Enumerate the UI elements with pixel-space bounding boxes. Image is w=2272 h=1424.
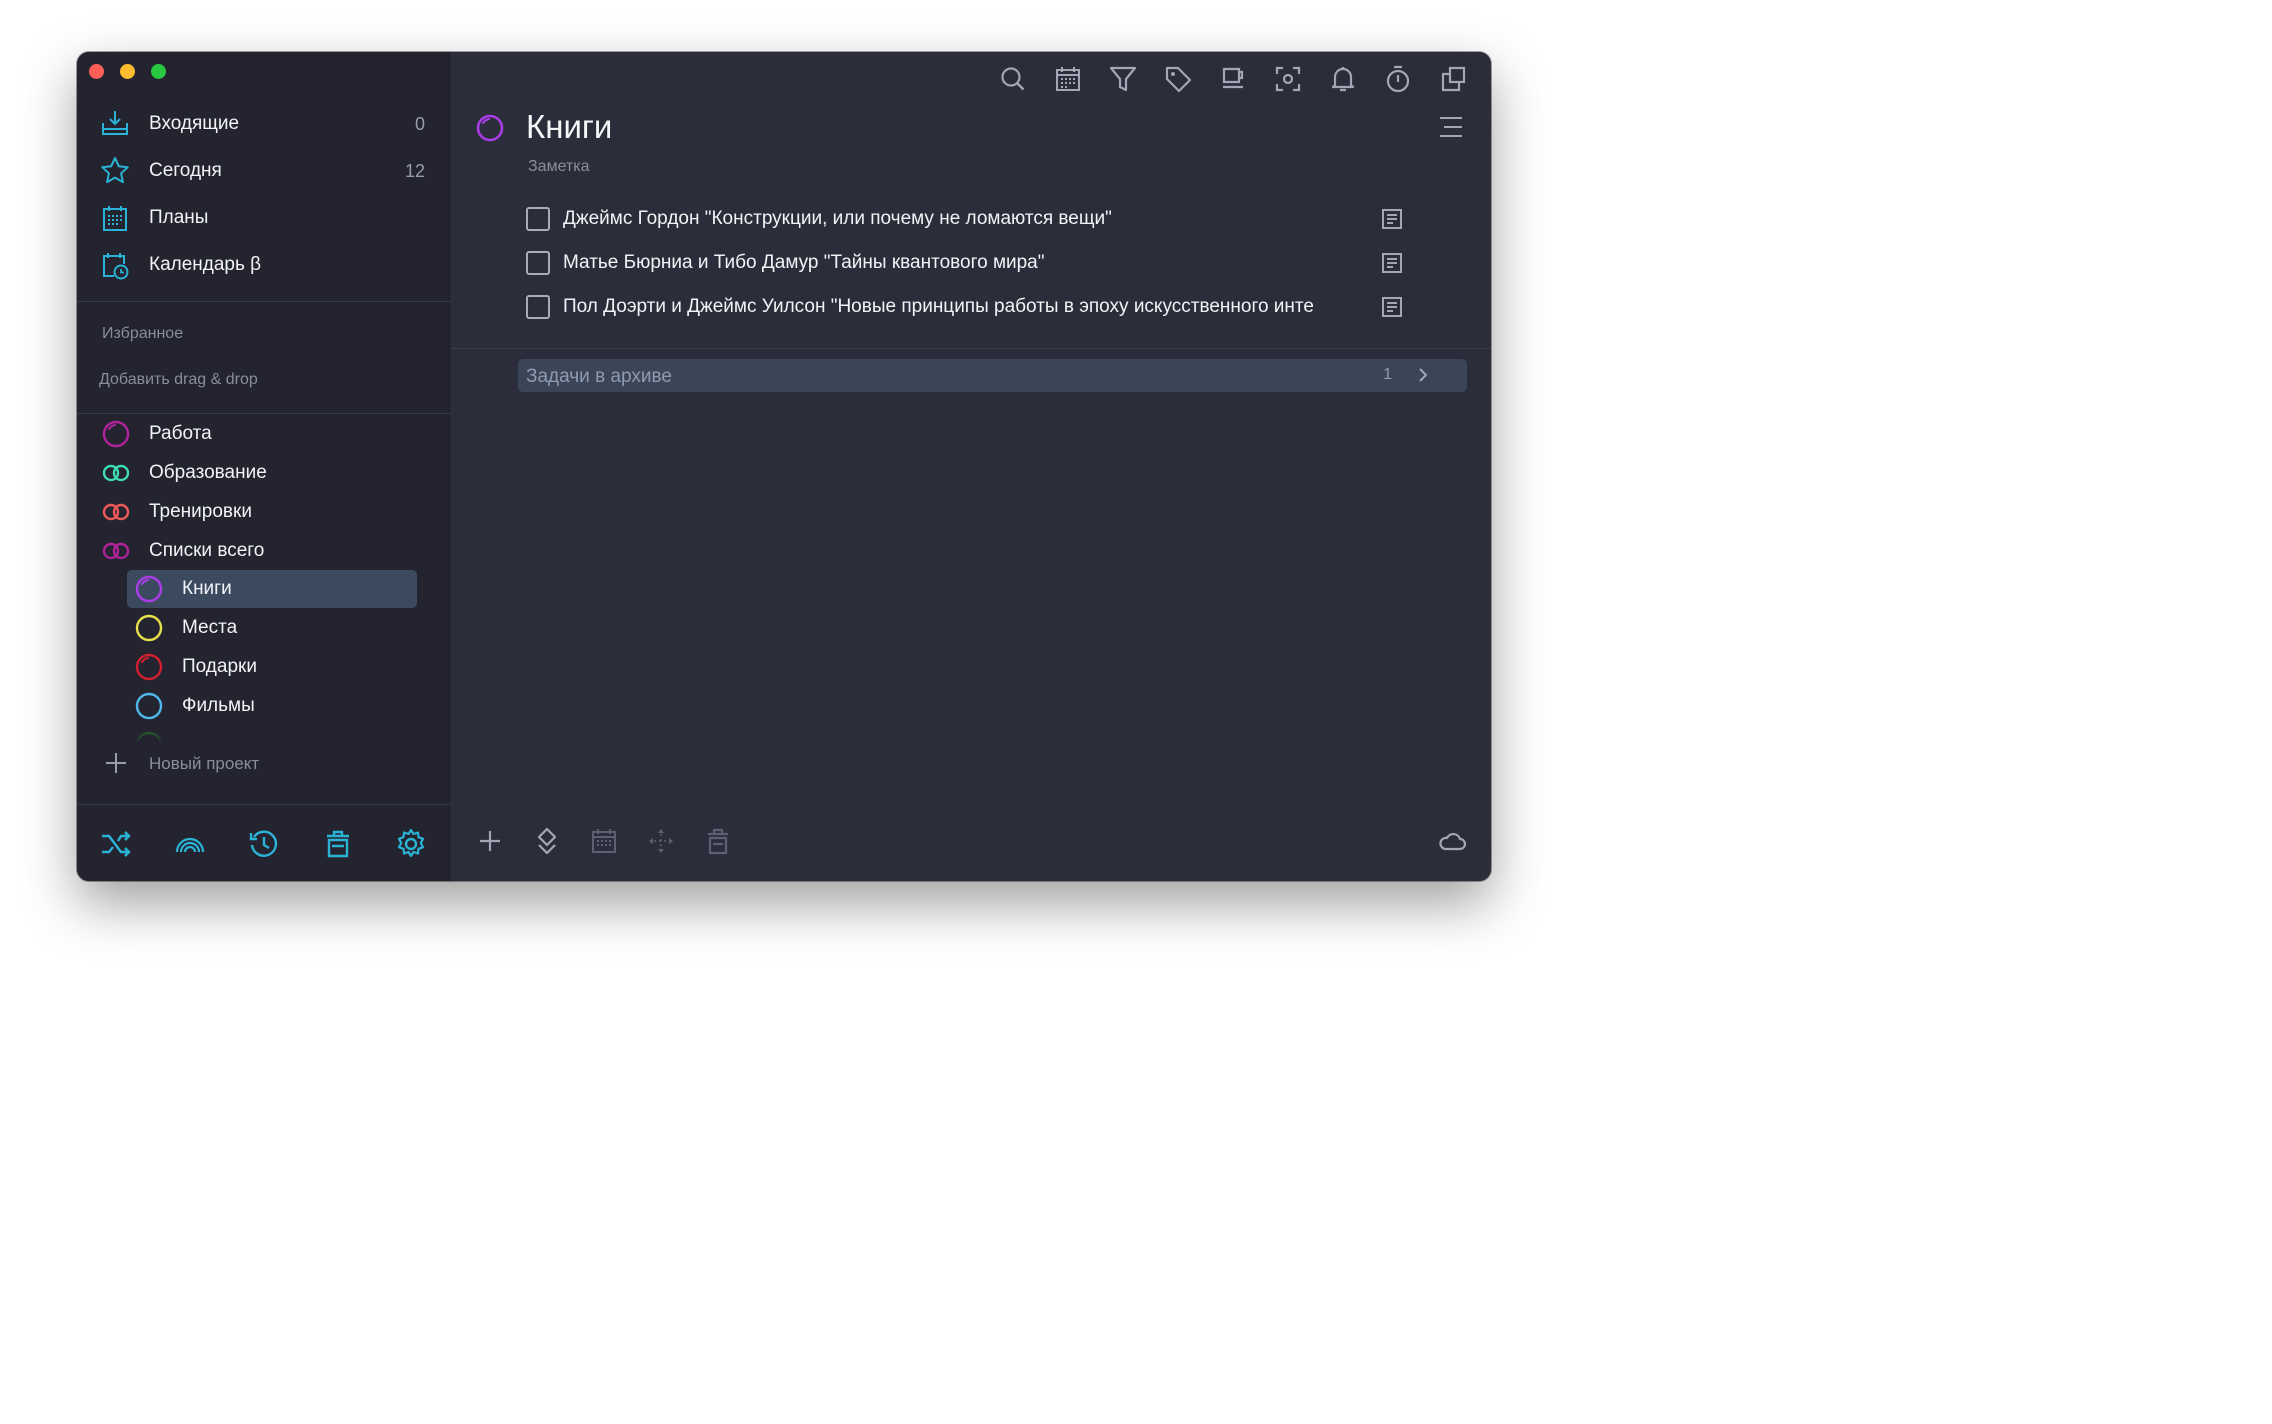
sidebar-scroll-fade	[127, 728, 427, 748]
favorites-title: Избранное	[102, 325, 184, 342]
priority-icon[interactable]	[532, 826, 562, 856]
project-ring-icon	[135, 614, 163, 642]
project-note[interactable]: Заметка	[528, 158, 590, 176]
task-checkbox[interactable]	[526, 295, 550, 319]
calendar-clock-icon	[103, 253, 129, 280]
project-label: Места	[182, 617, 238, 638]
sidebar-project-work[interactable]: Работа	[77, 415, 450, 453]
note-icon[interactable]	[1380, 207, 1404, 231]
task-row[interactable]: Пол Доэрти и Джеймс Уилсон "Новые принци…	[526, 290, 1411, 326]
history-icon[interactable]	[247, 827, 281, 861]
sidebar-subproject-gifts[interactable]: Подарки	[127, 648, 417, 686]
trash-icon[interactable]	[321, 827, 355, 861]
calendar-icon[interactable]	[589, 826, 619, 856]
trash-icon[interactable]	[703, 826, 733, 856]
window-controls	[89, 64, 166, 79]
sidebar-item-count: 0	[414, 113, 425, 134]
task-row[interactable]: Матье Бюрниа и Тибо Дамур "Тайны квантов…	[526, 246, 1411, 282]
menu-icon[interactable]	[1438, 114, 1464, 140]
chevron-right-icon	[1419, 368, 1428, 382]
coffee-icon[interactable]	[1218, 64, 1248, 94]
sidebar-item-inbox[interactable]: Входящие 0	[77, 104, 450, 144]
cloud-sync-icon[interactable]	[1437, 826, 1467, 856]
sidebar-item-today[interactable]: Сегодня 12	[77, 151, 450, 191]
sidebar-project-lists[interactable]: Списки всего	[77, 532, 450, 570]
bell-icon[interactable]	[1328, 64, 1358, 94]
inbox-icon	[102, 111, 128, 135]
sidebar-project-education[interactable]: Образование	[77, 454, 450, 492]
project-ring-icon	[102, 420, 130, 448]
sidebar-project-workouts[interactable]: Тренировки	[77, 493, 450, 531]
plus-icon	[106, 753, 126, 773]
task-row[interactable]: Джеймс Гордон "Конструкции, или почему н…	[526, 202, 1411, 238]
timer-icon[interactable]	[1383, 64, 1413, 94]
archived-tasks-button[interactable]: Задачи в архиве 1	[518, 359, 1467, 392]
settings-gear-icon[interactable]	[394, 827, 428, 861]
star-icon	[101, 157, 129, 184]
tasks-divider	[451, 348, 1491, 349]
sidebar-item-label: Планы	[149, 207, 209, 228]
task-checkbox[interactable]	[526, 251, 550, 275]
new-project-button[interactable]: Новый проект	[77, 746, 450, 782]
task-title[interactable]: Пол Доэрти и Джеймс Уилсон "Новые принци…	[563, 296, 1363, 318]
filter-icon[interactable]	[1108, 64, 1138, 94]
app-window: Входящие 0 Сегодня 12 Планы Календарь β …	[77, 52, 1491, 881]
sidebar-item-label: Входящие	[149, 113, 240, 134]
archived-tasks-label: Задачи в архиве	[526, 366, 672, 387]
zoom-window-button[interactable]	[151, 64, 166, 79]
project-linked-rings-icon	[102, 464, 130, 482]
project-ring-icon	[135, 575, 163, 603]
task-title[interactable]: Матье Бюрниа и Тибо Дамур "Тайны квантов…	[563, 252, 1363, 274]
sidebar-subproject-places[interactable]: Места	[127, 609, 417, 647]
main-panel: Книги Заметка Джеймс Гордон "Конструкции…	[451, 52, 1491, 881]
sidebar: Входящие 0 Сегодня 12 Планы Календарь β …	[77, 52, 450, 881]
calendar-icon[interactable]	[1053, 64, 1083, 94]
project-label: Подарки	[182, 656, 257, 677]
sidebar-item-count: 12	[404, 160, 425, 181]
sidebar-item-label: Календарь β	[149, 254, 262, 275]
note-icon[interactable]	[1380, 295, 1404, 319]
project-ring-icon	[476, 114, 504, 142]
sidebar-bottom-toolbar	[77, 804, 450, 881]
project-linked-rings-icon	[102, 542, 130, 560]
project-ring-icon	[135, 653, 163, 681]
copy-icon[interactable]	[1438, 64, 1468, 94]
sidebar-subproject-books[interactable]: Книги	[127, 570, 417, 608]
sidebar-divider	[77, 413, 450, 414]
project-label: Списки всего	[149, 540, 265, 561]
page-title[interactable]: Книги	[526, 108, 612, 146]
focus-icon[interactable]	[1273, 64, 1303, 94]
project-linked-rings-icon	[102, 503, 130, 521]
note-icon[interactable]	[1380, 251, 1404, 275]
sidebar-item-calendar[interactable]: Календарь β	[77, 245, 450, 285]
search-icon[interactable]	[998, 64, 1028, 94]
favorites-hint: Добавить drag & drop	[99, 371, 258, 388]
tag-icon[interactable]	[1163, 64, 1193, 94]
sidebar-subproject-movies[interactable]: Фильмы	[127, 687, 417, 725]
shuffle-icon[interactable]	[99, 827, 133, 861]
sidebar-item-label: Сегодня	[149, 160, 222, 181]
project-label: Тренировки	[149, 501, 252, 522]
project-label: Работа	[149, 423, 212, 444]
calendar-icon	[103, 206, 127, 231]
project-label: Фильмы	[182, 695, 255, 716]
minimize-window-button[interactable]	[120, 64, 135, 79]
project-ring-icon	[135, 692, 163, 720]
project-label: Книги	[182, 578, 232, 599]
task-checkbox[interactable]	[526, 207, 550, 231]
sidebar-divider	[77, 301, 450, 302]
project-label: Образование	[149, 462, 267, 483]
close-window-button[interactable]	[89, 64, 104, 79]
new-project-label: Новый проект	[149, 754, 260, 773]
archived-tasks-count: 1	[1383, 366, 1392, 383]
sidebar-item-plans[interactable]: Планы	[77, 198, 450, 238]
task-title[interactable]: Джеймс Гордон "Конструкции, или почему н…	[563, 208, 1363, 230]
move-icon[interactable]	[646, 826, 676, 856]
add-task-icon[interactable]	[475, 826, 505, 856]
rainbow-icon[interactable]	[173, 827, 207, 861]
